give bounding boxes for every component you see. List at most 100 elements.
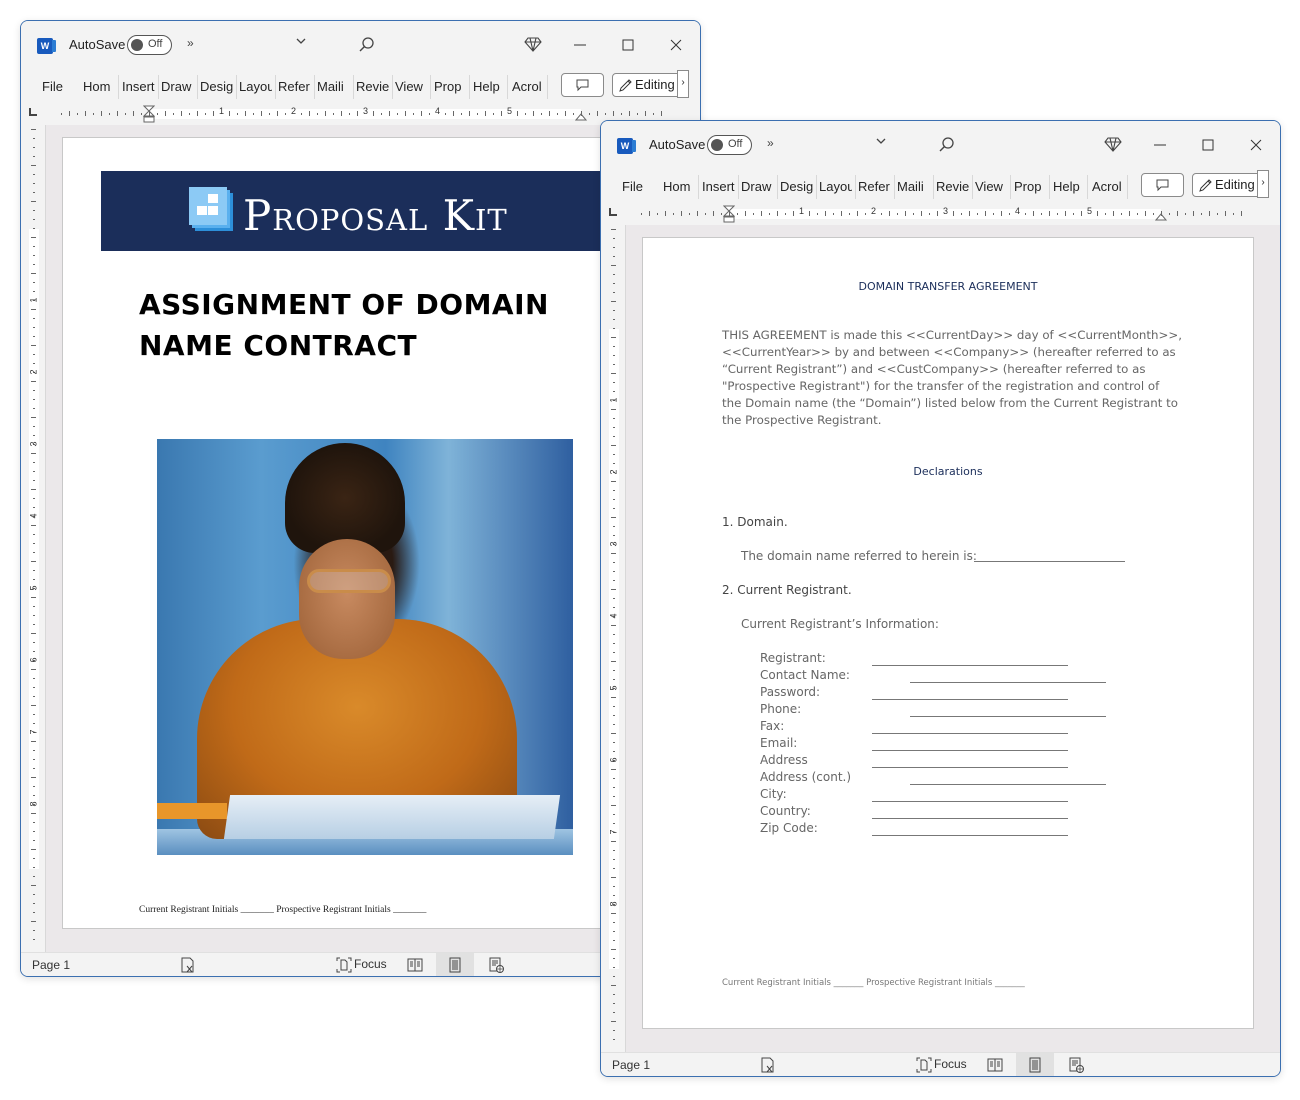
tab-review[interactable]: Revie: [936, 177, 969, 197]
close-icon[interactable]: [1246, 133, 1266, 157]
ruler-tick: [613, 994, 615, 995]
web-layout-icon[interactable]: [487, 956, 505, 974]
tab-mailings[interactable]: Maili: [317, 77, 350, 97]
ruler-tick: [421, 111, 422, 116]
tab-acrobat[interactable]: Acrol: [1092, 177, 1123, 197]
more-commands-button[interactable]: »: [187, 36, 194, 50]
horizontal-ruler[interactable]: 1 2 3 4 5: [601, 205, 1280, 223]
web-layout-icon[interactable]: [1067, 1056, 1085, 1074]
ruler-tick: [549, 111, 550, 116]
ruler-tick: [33, 840, 35, 841]
tab-draw[interactable]: Draw: [741, 177, 774, 197]
vertical-ruler[interactable]: 1 2 3 4 5 6 7 8: [605, 225, 621, 1055]
comments-button[interactable]: [1141, 173, 1184, 197]
tab-help[interactable]: Help: [1053, 177, 1083, 197]
ribbon-expand-button[interactable]: ›: [677, 70, 689, 98]
field-blank-line[interactable]: [872, 733, 1068, 734]
field-blank-line[interactable]: [910, 682, 1106, 683]
document-page[interactable]: Proposal Kit ASSIGNMENT OF DOMAIN NAME C…: [62, 137, 622, 929]
vertical-ruler[interactable]: 1 2 3 4 5 6 7 8: [25, 125, 41, 955]
minimize-icon[interactable]: [570, 33, 590, 57]
ruler-tick: [613, 1030, 615, 1031]
page-indicator[interactable]: Page 1: [612, 1058, 650, 1072]
tab-design[interactable]: Desig: [200, 77, 233, 97]
field-blank-line[interactable]: [910, 716, 1106, 717]
tab-proposal[interactable]: Prop: [1014, 177, 1045, 197]
document-page[interactable]: DOMAIN TRANSFER AGREEMENT THIS AGREEMENT…: [642, 237, 1254, 1029]
chevron-down-icon[interactable]: [294, 34, 308, 48]
word-app-icon: W: [617, 138, 636, 154]
premium-diamond-icon[interactable]: [524, 35, 542, 53]
tab-acrobat[interactable]: Acrol: [512, 77, 543, 97]
field-blank-line[interactable]: [872, 750, 1068, 751]
tab-insert[interactable]: Insert: [122, 77, 155, 97]
tab-design[interactable]: Desig: [780, 177, 813, 197]
search-icon[interactable]: [356, 35, 376, 55]
focus-mode-icon[interactable]: [335, 956, 353, 974]
horizontal-ruler[interactable]: 1 2 3 4 5: [21, 105, 700, 123]
ribbon-expand-button[interactable]: ›: [1257, 170, 1269, 198]
autosave-toggle[interactable]: Off: [707, 135, 752, 155]
accessibility-check-icon[interactable]: [179, 956, 197, 974]
tab-layout[interactable]: Layou: [239, 77, 272, 97]
premium-diamond-icon[interactable]: [1104, 135, 1122, 153]
search-icon[interactable]: [936, 135, 956, 155]
tab-help[interactable]: Help: [473, 77, 503, 97]
ruler-tick: [613, 256, 615, 257]
print-layout-icon[interactable]: [1026, 1056, 1044, 1074]
accessibility-check-icon[interactable]: [759, 1056, 777, 1074]
field-blank-line[interactable]: [872, 818, 1068, 819]
tab-file[interactable]: File: [622, 177, 644, 197]
maximize-icon[interactable]: [1198, 133, 1218, 157]
page-indicator[interactable]: Page 1: [32, 958, 70, 972]
cover-title-line-2: NAME CONTRACT: [139, 329, 418, 362]
ruler-tick: [31, 201, 36, 202]
tab-view[interactable]: View: [975, 177, 1007, 197]
tab-layout[interactable]: Layou: [819, 177, 852, 197]
ruler-tick: [197, 111, 198, 116]
focus-label[interactable]: Focus: [354, 957, 387, 971]
tab-proposal[interactable]: Prop: [434, 77, 465, 97]
tab-review[interactable]: Revie: [356, 77, 389, 97]
tab-references[interactable]: Refer: [858, 177, 891, 197]
document-canvas[interactable]: DOMAIN TRANSFER AGREEMENT THIS AGREEMENT…: [625, 225, 1280, 1052]
tab-divider: [1087, 175, 1088, 199]
read-mode-icon[interactable]: [986, 1056, 1004, 1074]
domain-name-blank[interactable]: [974, 561, 1125, 562]
tab-selector-icon[interactable]: [609, 208, 617, 216]
field-blank-line[interactable]: [872, 665, 1068, 666]
ruler-tick: [613, 364, 615, 365]
field-blank-line[interactable]: [872, 835, 1068, 836]
tab-draw[interactable]: Draw: [161, 77, 194, 97]
field-blank-line[interactable]: [910, 784, 1106, 785]
focus-mode-icon[interactable]: [915, 1056, 933, 1074]
focus-label[interactable]: Focus: [934, 1057, 967, 1071]
editing-mode-button[interactable]: Editing: [1192, 173, 1262, 197]
tab-selector-icon[interactable]: [29, 108, 37, 116]
field-blank-line[interactable]: [872, 767, 1068, 768]
minimize-icon[interactable]: [1150, 133, 1170, 157]
editing-mode-button[interactable]: Editing: [612, 73, 682, 97]
close-icon[interactable]: [666, 33, 686, 57]
comments-button[interactable]: [561, 73, 604, 97]
field-blank-line[interactable]: [872, 801, 1068, 802]
read-mode-icon[interactable]: [406, 956, 424, 974]
more-commands-button[interactable]: »: [767, 136, 774, 150]
tab-home[interactable]: Hom: [663, 177, 695, 197]
tab-file[interactable]: File: [42, 77, 64, 97]
maximize-icon[interactable]: [618, 33, 638, 57]
tab-home[interactable]: Hom: [83, 77, 115, 97]
cover-title: ASSIGNMENT OF DOMAIN NAME CONTRACT: [139, 284, 599, 366]
status-bar: Page 1 Focus: [601, 1052, 1280, 1076]
field-blank-line[interactable]: [872, 699, 1068, 700]
tab-insert[interactable]: Insert: [702, 177, 735, 197]
tab-references[interactable]: Refer: [278, 77, 311, 97]
autosave-toggle[interactable]: Off: [127, 35, 172, 55]
ruler-tick: [189, 113, 190, 115]
print-layout-icon[interactable]: [446, 956, 464, 974]
tab-view[interactable]: View: [395, 77, 427, 97]
ruler-tick: [31, 453, 36, 454]
cover-illustration[interactable]: [157, 439, 573, 855]
chevron-down-icon[interactable]: [874, 134, 888, 148]
tab-mailings[interactable]: Maili: [897, 177, 930, 197]
